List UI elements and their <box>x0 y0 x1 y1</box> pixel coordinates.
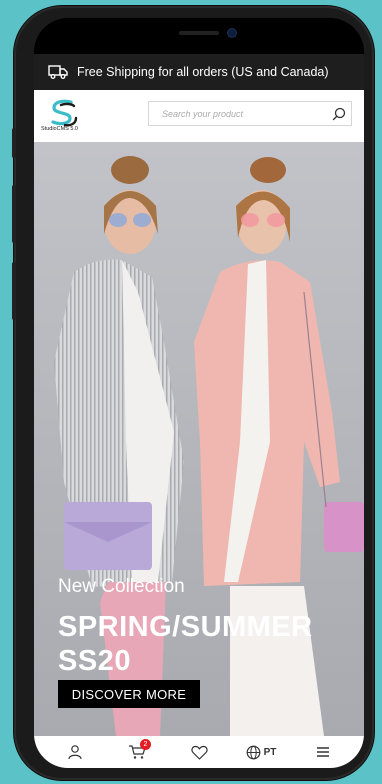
search-box[interactable] <box>148 101 352 126</box>
side-button <box>12 128 16 158</box>
hero-subtitle: New Collection <box>58 576 185 597</box>
tab-wishlist[interactable] <box>176 737 222 767</box>
tab-account[interactable] <box>52 737 98 767</box>
tab-menu[interactable] <box>300 737 346 767</box>
tab-cart[interactable]: 2 <box>114 737 160 767</box>
hero-banner: New Collection SPRING/SUMMER SS20 DISCOV… <box>34 142 364 736</box>
side-button <box>12 262 16 320</box>
logo-text: StudioCMS 5.0 <box>41 126 78 132</box>
phone-screen: Free Shipping for all orders (US and Can… <box>34 18 364 768</box>
cart-count-badge: 2 <box>140 739 151 750</box>
discover-more-button[interactable]: DISCOVER MORE <box>58 680 200 708</box>
menu-icon <box>317 747 329 757</box>
user-icon <box>68 745 82 760</box>
tab-language[interactable]: PT <box>238 737 284 767</box>
bottom-tab-bar: 2 PT <box>34 736 364 768</box>
search-input[interactable] <box>149 102 327 125</box>
camera <box>228 29 236 37</box>
hero-title-line: SPRING/SUMMER <box>58 611 313 643</box>
search-icon <box>332 107 346 120</box>
globe-icon <box>246 745 261 759</box>
hero-title-line: SS20 <box>58 645 131 677</box>
hero-title: SPRING/SUMMER SS20 <box>58 610 313 678</box>
heart-icon <box>190 745 208 760</box>
search-button[interactable] <box>327 102 351 125</box>
language-label: PT <box>263 746 277 758</box>
shipping-banner: Free Shipping for all orders (US and Can… <box>34 54 364 90</box>
side-button <box>12 185 16 243</box>
shipping-text: Free Shipping for all orders (US and Can… <box>77 65 329 79</box>
truck-icon <box>48 65 68 79</box>
speaker <box>179 31 219 35</box>
notch <box>109 18 289 52</box>
site-header: StudioCMS 5.0 <box>34 90 364 142</box>
